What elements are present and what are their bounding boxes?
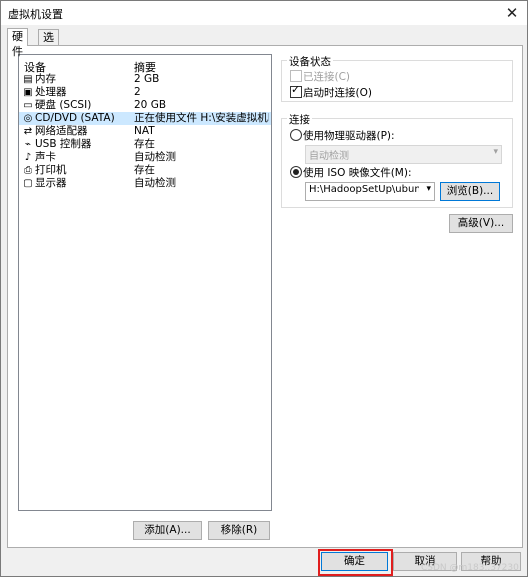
device-row[interactable]: ⌁ USB 控制器 存在 bbox=[19, 138, 271, 151]
display-icon: ▢ bbox=[23, 178, 33, 189]
device-row[interactable]: ▣ 处理器 2 bbox=[19, 86, 271, 99]
remove-device-button[interactable]: 移除(R) bbox=[208, 521, 270, 540]
hardware-panel: 设备 摘要 ▤ 内存 2 GB ▣ 处理器 2 ▭ 硬盘 (SCSI) 20 GB ◎ CD/DVD… bbox=[7, 45, 523, 548]
hard-disk-icon: ▭ bbox=[23, 100, 33, 111]
chevron-down-icon: ▾ bbox=[426, 184, 431, 194]
vm-settings-window: 虚拟机设置 ✕ 硬件 选项 设备 摘要 ▤内存2 GB▣处理器2▭硬盘 (SCS… bbox=[0, 0, 528, 577]
connected-checkbox[interactable] bbox=[290, 70, 302, 82]
device-status-title: 设备状态 bbox=[287, 54, 333, 69]
device-list: 设备 摘要 ▤ 内存 2 GB ▣ 处理器 2 ▭ 硬盘 (SCSI) 20 GB ◎ CD/DVD… bbox=[18, 54, 272, 511]
device-row[interactable]: ⇄ 网络适配器 NAT bbox=[19, 125, 271, 138]
physical-drive-select[interactable]: 自动检测 ▾ bbox=[305, 145, 502, 164]
device-name: 内存 bbox=[35, 73, 56, 85]
physical-drive-radio[interactable] bbox=[290, 129, 302, 141]
device-name: 网络适配器 bbox=[35, 125, 88, 137]
connection-title: 连接 bbox=[287, 112, 312, 127]
close-icon[interactable]: ✕ bbox=[503, 4, 521, 22]
device-row[interactable]: ▭ 硬盘 (SCSI) 20 GB bbox=[19, 99, 271, 112]
device-row[interactable]: ♪ 声卡 自动检测 bbox=[19, 151, 271, 164]
printer-icon: ⎙ bbox=[24, 165, 32, 176]
connect-at-power-on-checkbox[interactable]: ✓ bbox=[290, 83, 302, 98]
cpu-icon: ▣ bbox=[23, 87, 33, 98]
iso-path-value: H:\HadoopSetUp\ubuntu-20 bbox=[309, 184, 419, 195]
device-name: CD/DVD (SATA) bbox=[35, 112, 115, 124]
add-device-button[interactable]: 添加(A)... bbox=[133, 521, 202, 540]
device-row[interactable]: ⎙ 打印机 存在 bbox=[19, 164, 271, 177]
connected-label: 已连接(C) bbox=[303, 71, 351, 83]
ok-highlight-box bbox=[318, 549, 393, 576]
browse-button[interactable]: 浏览(B)... bbox=[440, 182, 500, 201]
device-summary: 存在 bbox=[134, 164, 155, 176]
device-name: 打印机 bbox=[35, 164, 67, 176]
device-name: 处理器 bbox=[35, 86, 67, 98]
device-name: 显示器 bbox=[35, 177, 67, 189]
device-name: 硬盘 (SCSI) bbox=[35, 99, 92, 111]
device-summary: 存在 bbox=[134, 138, 155, 150]
physical-drive-label: 使用物理驱动器(P): bbox=[303, 130, 395, 142]
checkmark-icon: ✓ bbox=[291, 83, 301, 96]
summary-column-header[interactable]: 摘要 bbox=[134, 59, 156, 74]
usb-icon: ⌁ bbox=[24, 139, 32, 150]
device-name: 声卡 bbox=[35, 151, 56, 163]
iso-image-radio[interactable] bbox=[290, 166, 302, 178]
iso-path-combo[interactable]: H:\HadoopSetUp\ubuntu-20 ▾ bbox=[305, 182, 435, 201]
chevron-down-icon: ▾ bbox=[493, 147, 498, 157]
device-summary: 2 bbox=[134, 86, 141, 98]
tab-options[interactable]: 选项 bbox=[38, 29, 59, 59]
device-row[interactable]: ▢ 显示器 自动检测 bbox=[19, 177, 271, 190]
iso-image-label: 使用 ISO 映像文件(M): bbox=[303, 167, 412, 179]
device-row[interactable]: ◎CD/DVD (SATA) 正在使用文件 H:\安装虚拟机Ha... bbox=[19, 112, 271, 125]
sound-icon: ♪ bbox=[24, 152, 32, 163]
device-column-header[interactable]: 设备 bbox=[24, 59, 46, 74]
physical-drive-value: 自动检测 bbox=[309, 151, 349, 162]
device-summary: 20 GB bbox=[134, 99, 167, 111]
device-summary: 自动检测 bbox=[134, 151, 176, 163]
device-status-group: 设备状态 已连接(C) ✓ 启动时连接(O) bbox=[281, 54, 513, 102]
device-summary: 正在使用文件 H:\安装虚拟机Ha... bbox=[134, 112, 269, 124]
device-name: USB 控制器 bbox=[35, 138, 92, 150]
tab-hardware[interactable]: 硬件 bbox=[7, 28, 28, 58]
device-summary: NAT bbox=[134, 125, 155, 137]
device-summary: 自动检测 bbox=[134, 177, 176, 189]
window-title: 虚拟机设置 bbox=[8, 8, 63, 21]
cd-dvd-icon: ◎ bbox=[23, 113, 33, 124]
title-bar: 虚拟机设置 ✕ bbox=[1, 1, 527, 25]
advanced-button[interactable]: 高级(V)... bbox=[449, 214, 513, 233]
device-summary: 2 GB bbox=[134, 73, 160, 85]
connection-group: 连接 使用物理驱动器(P): 自动检测 ▾ 使用 ISO 映像文件(M): H:… bbox=[281, 112, 513, 208]
memory-icon: ▤ bbox=[23, 74, 33, 85]
connect-at-power-on-label: 启动时连接(O) bbox=[303, 87, 372, 99]
device-row[interactable]: ▤ 内存 2 GB bbox=[19, 73, 271, 86]
network-adapter-icon: ⇄ bbox=[23, 126, 33, 137]
watermark: CSDN @m183..37230 bbox=[421, 563, 519, 573]
radio-selected-dot bbox=[293, 169, 299, 175]
